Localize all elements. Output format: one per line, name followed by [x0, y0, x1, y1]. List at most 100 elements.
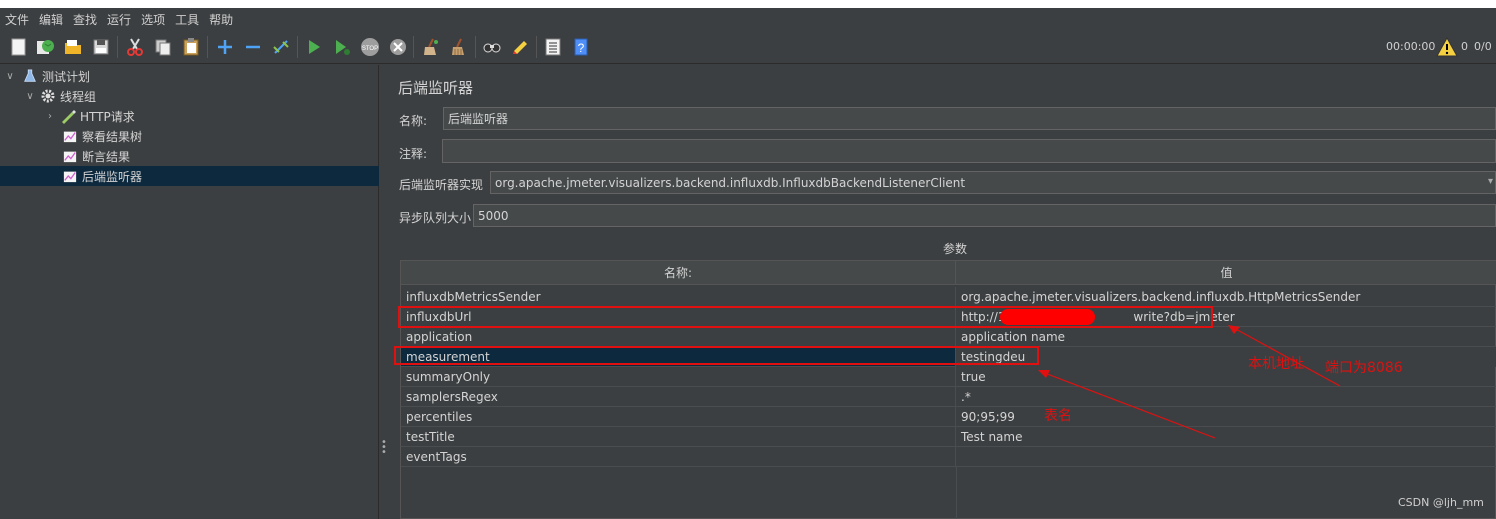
param-name-cell[interactable]: eventTags	[401, 447, 956, 467]
param-name-cell[interactable]: summaryOnly	[401, 367, 956, 387]
menu-tools[interactable]: 工具	[174, 11, 200, 28]
clear-icon[interactable]	[420, 36, 442, 58]
highlight-box-influxdburl	[398, 306, 1213, 328]
test-plan-tree: ∨ 测试计划 ∨ 线程组 › HTTP请求 察看结果树 断言结果 后端监听器	[0, 65, 379, 519]
svg-text:?: ?	[578, 41, 585, 55]
param-value-cell[interactable]: org.apache.jmeter.visualizers.backend.in…	[956, 287, 1496, 307]
open-icon[interactable]	[62, 36, 84, 58]
stop-icon[interactable]: STOP	[359, 36, 381, 58]
table-row[interactable]: percentiles 90;95;99	[401, 407, 1496, 427]
start-icon[interactable]	[303, 36, 325, 58]
param-name-cell[interactable]: percentiles	[401, 407, 956, 427]
param-value-cell[interactable]	[956, 447, 1496, 467]
param-name-cell[interactable]: testTitle	[401, 427, 956, 447]
param-value-cell[interactable]: Test name	[956, 427, 1496, 447]
toggle-icon[interactable]	[270, 36, 292, 58]
param-value-cell[interactable]: 90;95;99	[956, 407, 1496, 427]
function-helper-icon[interactable]	[542, 36, 564, 58]
name-field[interactable]: 后端监听器	[443, 107, 1496, 130]
params-table: 名称: 值 influxdbMetricsSender org.apache.j…	[400, 260, 1496, 519]
param-name-cell[interactable]: influxdbMetricsSender	[401, 287, 956, 307]
chevron-right-icon[interactable]: ›	[44, 110, 56, 122]
paste-icon[interactable]	[180, 36, 202, 58]
tree-item-view-results-tree[interactable]: 察看结果树	[0, 126, 379, 146]
menu-options[interactable]: 选项	[140, 11, 166, 28]
listener-chart-icon	[62, 148, 78, 164]
menu-edit[interactable]: 编辑	[38, 11, 64, 28]
table-row[interactable]: samplersRegex .*	[401, 387, 1496, 407]
reset-search-icon[interactable]	[509, 36, 531, 58]
split-pane-handle[interactable]: • • •	[381, 438, 387, 458]
toolbar-separator	[413, 36, 414, 58]
elapsed-timer: 00:00:00	[1386, 40, 1436, 53]
highlight-box-measurement	[394, 346, 1039, 365]
param-name-cell[interactable]: samplersRegex	[401, 387, 956, 407]
collapse-icon[interactable]	[242, 36, 264, 58]
param-name-cell[interactable]: application	[401, 327, 956, 347]
new-icon[interactable]	[8, 36, 30, 58]
queue-size-field[interactable]: 5000	[473, 204, 1496, 227]
table-row[interactable]: application application name	[401, 327, 1496, 347]
templates-icon[interactable]	[34, 36, 56, 58]
chevron-down-icon[interactable]: ∨	[4, 70, 16, 82]
chevron-down-icon[interactable]: ▾	[1488, 176, 1493, 187]
param-value-cell[interactable]: true	[956, 367, 1496, 387]
copy-icon[interactable]	[152, 36, 174, 58]
impl-combobox[interactable]: org.apache.jmeter.visualizers.backend.in…	[490, 171, 1496, 194]
toolbar-separator	[536, 36, 537, 58]
menu-run[interactable]: 运行	[106, 11, 132, 28]
help-icon[interactable]: ?	[570, 36, 592, 58]
listener-chart-icon	[62, 128, 78, 144]
backend-listener-panel: 后端监听器 名称: 后端监听器 注释: 后端监听器实现 org.apache.j…	[388, 65, 1496, 519]
window-top-strip	[0, 0, 1496, 8]
tree-item-thread-group[interactable]: ∨ 线程组	[0, 86, 379, 106]
tree-item-http-request[interactable]: › HTTP请求	[0, 106, 379, 126]
toolbar-separator	[117, 36, 118, 58]
toolbar-separator	[475, 36, 476, 58]
column-header-name[interactable]: 名称:	[401, 261, 956, 285]
warning-icon[interactable]	[1436, 37, 1458, 57]
search-icon[interactable]	[481, 36, 503, 58]
menu-bar: 文件 编辑 查找 运行 选项 工具 帮助	[0, 8, 1496, 30]
cut-icon[interactable]	[124, 36, 146, 58]
name-label: 名称:	[399, 114, 428, 128]
table-row[interactable]: eventTags	[401, 447, 1496, 467]
toolbar-separator	[297, 36, 298, 58]
toolbar-separator	[207, 36, 208, 58]
expand-icon[interactable]	[214, 36, 236, 58]
tree-item-assertion-results[interactable]: 断言结果	[0, 146, 379, 166]
active-thread-count: 0/0	[1474, 40, 1492, 53]
start-no-pause-icon[interactable]	[331, 36, 353, 58]
column-header-value[interactable]: 值	[956, 261, 1496, 285]
tree-item-backend-listener[interactable]: 后端监听器	[0, 166, 379, 186]
toolbar: STOP ? 00:00:00 0 0/0	[0, 30, 1496, 64]
chevron-down-icon[interactable]: ∨	[24, 90, 36, 102]
params-title: 参数	[943, 242, 968, 256]
annotation-table-name: 表名	[1044, 408, 1072, 424]
table-row[interactable]: influxdbMetricsSender org.apache.jmeter.…	[401, 287, 1496, 307]
clear-all-icon[interactable]	[448, 36, 470, 58]
http-sampler-pen-icon	[60, 108, 76, 124]
page-title: 后端监听器	[398, 79, 474, 97]
comment-label: 注释:	[399, 147, 428, 161]
listener-chart-icon	[62, 168, 78, 184]
annotation-local-address: 本机地址	[1248, 356, 1304, 372]
shutdown-icon[interactable]	[387, 36, 409, 58]
menu-help[interactable]: 帮助	[208, 11, 234, 28]
menu-search[interactable]: 查找	[72, 11, 98, 28]
test-plan-icon	[22, 68, 38, 84]
watermark: CSDN @ljh_mm	[1398, 496, 1484, 509]
param-value-cell[interactable]: application name	[956, 327, 1496, 347]
comment-field[interactable]	[442, 139, 1496, 163]
menu-file[interactable]: 文件	[4, 11, 30, 28]
annotation-port-note: 端口为8086	[1325, 360, 1403, 376]
tree-item-test-plan[interactable]: ∨ 测试计划	[0, 66, 379, 86]
queue-size-label: 异步队列大小	[399, 211, 472, 225]
table-row[interactable]: testTitle Test name	[401, 427, 1496, 447]
param-value-cell[interactable]: .*	[956, 387, 1496, 407]
save-icon[interactable]	[90, 36, 112, 58]
impl-label: 后端监听器实现	[399, 178, 484, 192]
warning-count: 0	[1461, 40, 1468, 53]
svg-text:STOP: STOP	[362, 46, 378, 52]
thread-group-gear-icon	[40, 88, 56, 104]
